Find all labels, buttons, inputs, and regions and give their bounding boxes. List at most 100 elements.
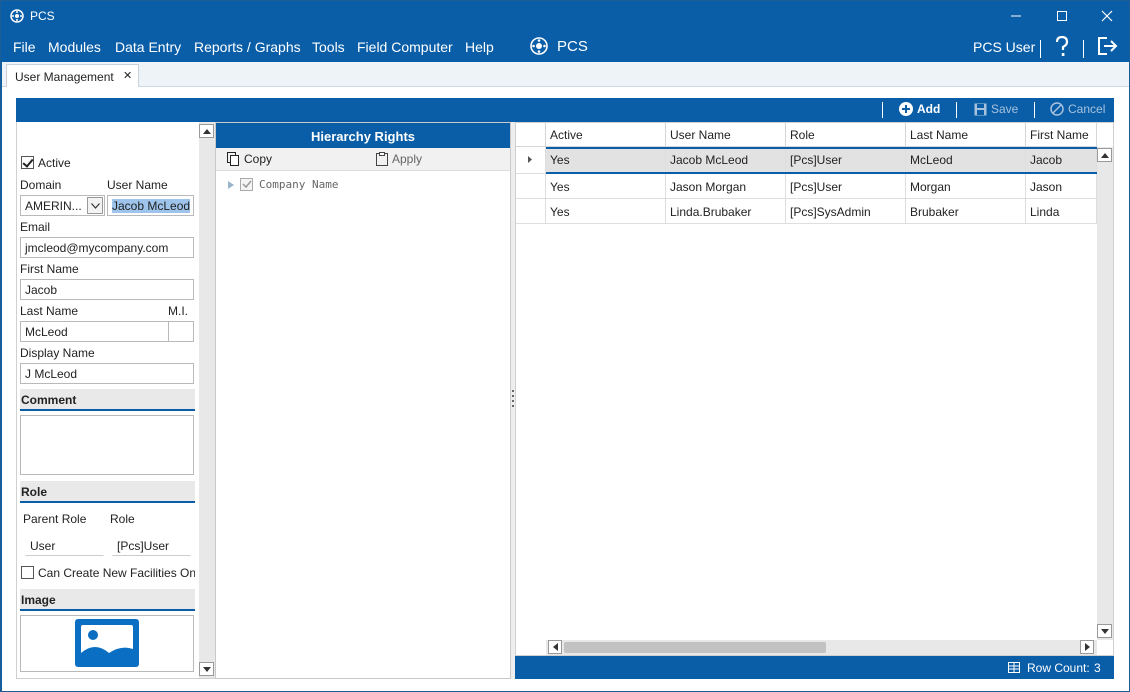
scroll-right-button[interactable] [1080, 640, 1094, 654]
arrow-right-icon [1084, 643, 1090, 651]
parent-role-label: Parent Role [23, 512, 87, 526]
close-window-button[interactable] [1084, 1, 1130, 31]
logout-icon[interactable] [1097, 36, 1119, 56]
menu-separator [1040, 40, 1041, 58]
app-logo-icon [10, 9, 24, 23]
form-scrollbar[interactable] [199, 122, 215, 678]
email-label: Email [20, 220, 51, 234]
cell-role[interactable]: [Pcs]User [786, 174, 906, 199]
active-checkbox[interactable] [21, 156, 34, 169]
menu-help[interactable]: Help [465, 39, 494, 55]
current-user[interactable]: PCS User [973, 39, 1035, 55]
arrow-up-icon [202, 128, 211, 134]
domain-select[interactable]: AMERIN... [20, 195, 105, 216]
scroll-thumb[interactable] [564, 642, 826, 653]
menu-data-entry[interactable]: Data Entry [115, 39, 181, 55]
tab-close-icon[interactable]: ✕ [123, 69, 132, 82]
save-label: Save [991, 102, 1019, 116]
minimize-button[interactable] [993, 1, 1039, 31]
scroll-up-button[interactable] [199, 124, 214, 138]
app-window: PCS File Modules Data Entry Reports / Gr… [0, 0, 1130, 692]
column-header-username[interactable]: User Name [666, 123, 786, 147]
lastname-label: Last Name [20, 304, 79, 318]
row-selector[interactable] [516, 147, 546, 174]
cell-firstname[interactable]: Linda [1026, 199, 1097, 224]
cell-username[interactable]: Jason Morgan [666, 174, 786, 199]
displayname-input[interactable]: J McLeod [20, 363, 194, 384]
comment-textarea[interactable] [20, 415, 194, 475]
cell-active[interactable]: Yes [546, 199, 666, 224]
row-selector[interactable] [516, 174, 546, 199]
column-header-lastname[interactable]: Last Name [906, 123, 1026, 147]
username-input[interactable]: Jacob McLeod [107, 195, 194, 216]
cell-active[interactable]: Yes [546, 147, 666, 174]
cell-active[interactable]: Yes [546, 174, 666, 199]
username-label: User Name [107, 178, 168, 192]
domain-value: AMERIN... [25, 199, 82, 213]
user-image-box[interactable] [20, 615, 194, 672]
menu-file[interactable]: File [13, 39, 36, 55]
cancel-label: Cancel [1068, 102, 1106, 116]
tree-item-checkbox[interactable] [240, 178, 253, 191]
role-label: Role [110, 512, 135, 526]
column-header-role[interactable]: Role [786, 123, 906, 147]
cell-firstname[interactable]: Jason [1026, 174, 1097, 199]
cell-lastname[interactable]: McLeod [906, 147, 1026, 174]
maximize-icon [1057, 11, 1067, 21]
splitter-grip-icon [512, 390, 514, 407]
username-value: Jacob McLeod [112, 199, 191, 213]
grid-vertical-scrollbar[interactable] [1097, 147, 1113, 640]
column-header-active[interactable]: Active [546, 123, 666, 147]
menu-reports-graphs[interactable]: Reports / Graphs [194, 39, 301, 55]
menu-modules[interactable]: Modules [48, 39, 101, 55]
row-selector[interactable] [516, 199, 546, 224]
brand: PCS [529, 36, 588, 56]
arrow-down-icon [1100, 628, 1109, 634]
scroll-up-button[interactable] [1097, 148, 1112, 162]
cell-lastname[interactable]: Brubaker [906, 199, 1026, 224]
firstname-input[interactable]: Jacob [20, 279, 194, 300]
tree-item[interactable]: Company Name [228, 178, 338, 191]
add-button[interactable]: Add [899, 102, 940, 116]
tab-user-management[interactable]: User Management ✕ [6, 64, 139, 88]
mi-input[interactable] [168, 321, 194, 342]
email-value: jmcleod@mycompany.com [25, 241, 169, 255]
cell-username[interactable]: Linda.Brubaker [666, 199, 786, 224]
menu-field-computer[interactable]: Field Computer [357, 39, 453, 55]
displayname-value: J McLeod [25, 367, 78, 381]
title-bar: PCS [1, 1, 1129, 31]
cancel-button[interactable]: Cancel [1050, 102, 1105, 116]
cell-firstname[interactable]: Jacob [1026, 147, 1097, 174]
maximize-button[interactable] [1039, 1, 1085, 31]
pcs-logo-icon [530, 37, 548, 55]
active-label: Active [38, 156, 71, 170]
help-icon[interactable] [1054, 36, 1070, 58]
row-count-value: 3 [1094, 661, 1101, 675]
cell-role[interactable]: [Pcs]SysAdmin [786, 199, 906, 224]
apply-button[interactable]: Apply [376, 152, 422, 166]
lastname-input[interactable]: McLeod [20, 321, 169, 342]
save-icon [974, 103, 987, 115]
cell-username[interactable]: Jacob McLeod [666, 147, 786, 174]
save-button[interactable]: Save [974, 102, 1018, 116]
users-grid: Active User Name Role Last Name First Na… [515, 122, 1114, 656]
cell-lastname[interactable]: Morgan [906, 174, 1026, 199]
chevron-down-icon[interactable] [87, 197, 103, 214]
copy-button[interactable]: Copy [227, 152, 272, 166]
scroll-left-button[interactable] [548, 640, 562, 654]
menu-tools[interactable]: Tools [312, 39, 345, 55]
email-input[interactable]: jmcleod@mycompany.com [20, 237, 194, 258]
brand-label: PCS [557, 37, 588, 55]
domain-label: Domain [20, 178, 62, 192]
close-icon [1101, 10, 1113, 22]
scroll-down-button[interactable] [1097, 624, 1112, 638]
role-section-header: Role [20, 481, 195, 503]
expand-arrow-icon[interactable] [228, 180, 234, 189]
tree-item-label: Company Name [259, 178, 339, 191]
grid-horizontal-scrollbar[interactable] [546, 640, 1097, 655]
scroll-down-button[interactable] [199, 662, 214, 676]
can-create-facilities-checkbox[interactable] [21, 566, 34, 579]
displayname-label: Display Name [20, 346, 95, 360]
column-header-firstname[interactable]: First Name [1026, 123, 1097, 147]
cell-role[interactable]: [Pcs]User [786, 147, 906, 174]
